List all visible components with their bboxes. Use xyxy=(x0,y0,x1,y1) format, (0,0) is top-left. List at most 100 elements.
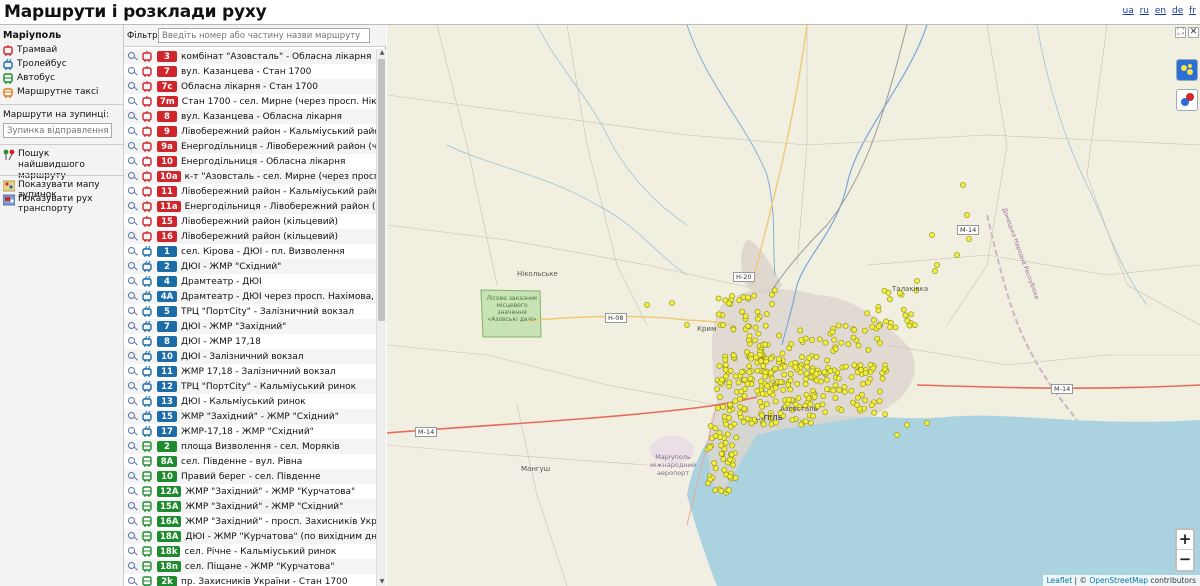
scrollbar-thumb[interactable] xyxy=(378,59,385,321)
route-number-badge[interactable]: 11a xyxy=(157,201,181,212)
stop-marker[interactable] xyxy=(758,358,765,364)
zoom-to-route-icon[interactable] xyxy=(128,426,138,437)
route-row[interactable]: 15A ЖМР "Західний" - ЖМР "Східний" xyxy=(124,499,376,514)
route-name[interactable]: комбінат "Азовсталь" - Обласна лікарня xyxy=(181,52,371,62)
route-row[interactable]: 7с Обласна лікарня - Стан 1700 xyxy=(124,79,376,94)
stop-marker[interactable] xyxy=(780,387,787,393)
zoom-to-route-icon[interactable] xyxy=(128,81,138,92)
stop-marker[interactable] xyxy=(748,355,755,362)
stop-marker[interactable] xyxy=(906,322,913,329)
lang-fr[interactable]: fr xyxy=(1189,6,1196,16)
stop-marker[interactable] xyxy=(811,393,818,400)
stop-marker[interactable] xyxy=(810,413,816,420)
map[interactable]: Нікольське Мангуш Талаківка Маріуполь мі… xyxy=(387,25,1200,586)
stop-marker[interactable] xyxy=(865,346,872,353)
route-number-badge[interactable]: 2 xyxy=(157,441,177,452)
route-name[interactable]: Обласна лікарня - Стан 1700 xyxy=(181,82,318,92)
stop-marker[interactable] xyxy=(732,475,739,481)
route-name[interactable]: ДЮІ - Кальміуський ринок xyxy=(181,397,306,407)
stop-marker[interactable] xyxy=(748,420,755,427)
stop-marker[interactable] xyxy=(746,363,752,370)
stop-marker[interactable] xyxy=(772,384,779,391)
lang-ua[interactable]: ua xyxy=(1122,6,1133,16)
zoom-to-route-icon[interactable] xyxy=(128,531,138,542)
zoom-to-route-icon[interactable] xyxy=(128,336,138,347)
route-name[interactable]: Лівобережний район (кільцевий) xyxy=(181,217,338,227)
route-number-badge[interactable]: 12A xyxy=(157,486,182,497)
route-row[interactable]: 10 Енергодільниця - Обласна лікарня xyxy=(124,154,376,169)
stop-marker[interactable] xyxy=(781,371,788,378)
transport-type-taxi[interactable]: Маршрутне таксі xyxy=(3,85,98,99)
stop-marker[interactable] xyxy=(835,375,842,382)
stop-marker[interactable] xyxy=(799,354,806,360)
stop-marker[interactable] xyxy=(720,404,726,410)
stop-marker[interactable] xyxy=(966,236,972,242)
stop-marker[interactable] xyxy=(745,294,751,301)
stop-marker[interactable] xyxy=(865,379,871,386)
stop-marker[interactable] xyxy=(902,312,909,319)
zoom-to-route-icon[interactable] xyxy=(128,291,138,302)
stop-marker[interactable] xyxy=(881,287,888,294)
route-number-badge[interactable]: 15 xyxy=(157,216,177,227)
stop-marker[interactable] xyxy=(759,390,766,397)
stop-marker[interactable] xyxy=(776,332,782,339)
stop-marker[interactable] xyxy=(723,421,729,428)
route-number-badge[interactable]: 15A xyxy=(157,501,182,512)
route-number-badge[interactable]: 11 xyxy=(157,366,177,377)
stop-marker[interactable] xyxy=(802,418,809,425)
stop-marker[interactable] xyxy=(797,327,804,334)
stop-marker[interactable] xyxy=(712,487,719,494)
stop-marker[interactable] xyxy=(737,410,743,417)
route-name[interactable]: вул. Казанцева - Обласна лікарня xyxy=(181,112,342,122)
route-number-badge[interactable]: 7 xyxy=(157,66,177,77)
stop-marker[interactable] xyxy=(908,311,914,318)
route-name[interactable]: сел. Кірова - ДЮІ - пл. Визволення xyxy=(181,247,345,257)
stop-marker[interactable] xyxy=(870,365,876,372)
route-name[interactable]: ДЮІ - ЖМР 17,18 xyxy=(181,337,261,347)
route-row[interactable]: 10 Правий берег - сел. Південне xyxy=(124,469,376,484)
stop-marker[interactable] xyxy=(744,323,751,330)
stop-marker[interactable] xyxy=(754,367,761,374)
stop-marker[interactable] xyxy=(732,373,739,380)
route-number-badge[interactable]: 10 xyxy=(157,351,177,362)
stop-marker[interactable] xyxy=(763,311,770,317)
route-name[interactable]: ЖМР "Західний" - просп. Захисників Украї… xyxy=(185,517,376,527)
zoom-to-route-icon[interactable] xyxy=(128,186,138,197)
vehicles-layer-control[interactable] xyxy=(1176,89,1198,111)
zoom-in-button[interactable]: + xyxy=(1177,530,1193,550)
stop-marker[interactable] xyxy=(854,402,860,408)
stop-marker[interactable] xyxy=(813,371,820,377)
route-number-badge[interactable]: 4A xyxy=(157,291,177,302)
leaflet-link[interactable]: Leaflet xyxy=(1047,576,1073,585)
lang-ru[interactable]: ru xyxy=(1140,6,1149,16)
route-row[interactable]: 8 вул. Казанцева - Обласна лікарня xyxy=(124,109,376,124)
route-number-badge[interactable]: 7с xyxy=(157,81,177,92)
stop-marker[interactable] xyxy=(789,416,796,423)
route-name[interactable]: вул. Казанцева - Стан 1700 xyxy=(181,67,311,77)
zoom-to-route-icon[interactable] xyxy=(128,366,138,377)
zoom-to-route-icon[interactable] xyxy=(128,486,138,497)
stop-marker[interactable] xyxy=(715,295,722,302)
route-row[interactable]: 5 ТРЦ "ПортCity" - Залізничний вокзал xyxy=(124,304,376,319)
route-number-badge[interactable]: 7m xyxy=(157,96,178,107)
stop-marker[interactable] xyxy=(934,262,940,268)
lang-de[interactable]: de xyxy=(1172,6,1183,16)
stop-marker[interactable] xyxy=(881,366,888,373)
route-row[interactable]: 18n сел. Піщане - ЖМР "Курчатова" xyxy=(124,559,376,574)
zoom-to-route-icon[interactable] xyxy=(128,411,138,422)
zoom-to-route-icon[interactable] xyxy=(128,216,138,227)
stop-marker[interactable] xyxy=(900,306,907,313)
stop-marker[interactable] xyxy=(744,380,751,387)
stop-marker[interactable] xyxy=(715,311,722,318)
route-row[interactable]: 15 ЖМР "Західний" - ЖМР "Східний" xyxy=(124,409,376,424)
zoom-to-route-icon[interactable] xyxy=(128,96,138,107)
stop-marker[interactable] xyxy=(722,297,729,304)
stop-marker[interactable] xyxy=(727,456,733,463)
route-number-badge[interactable]: 5 xyxy=(157,306,177,317)
route-row[interactable]: 9 Лівобережний район - Кальміуський район xyxy=(124,124,376,139)
route-name[interactable]: сел. Річне - Кальміуський ринок xyxy=(184,547,336,557)
route-name[interactable]: ДЮІ - ЖМР "Західний" xyxy=(181,322,286,332)
stop-marker[interactable] xyxy=(797,369,804,376)
stop-marker[interactable] xyxy=(851,362,858,369)
zoom-to-route-icon[interactable] xyxy=(128,141,138,152)
